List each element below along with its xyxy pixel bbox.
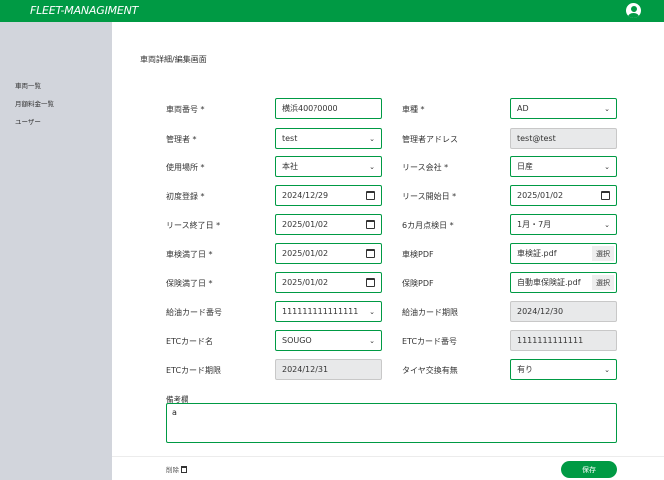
lease-company-value: 日産 [517,162,533,171]
shaken-pdf-file-input[interactable]: 車検証.pdf 選択 [510,243,617,264]
etc-card-expiry-field: 2024/12/31 [275,359,382,380]
vehicle-type-select[interactable]: AD ⌄ [510,98,617,119]
vehicle-type-value: AD [517,104,529,113]
manager-value: test [282,134,298,143]
sidebar-item-users[interactable]: ユーザー [15,116,41,126]
chevron-down-icon: ⌄ [604,220,610,229]
calendar-icon[interactable] [366,220,375,229]
calendar-icon[interactable] [366,191,375,200]
calendar-icon[interactable] [366,249,375,258]
shaken-expiry-label: 車検満了日 * [166,250,213,259]
first-registration-date[interactable]: 2024/12/29 [275,185,382,206]
delete-label: 削除 [166,466,179,474]
app-title: FLEET-MANAGIMENT [30,4,139,17]
lease-start-label: リース開始日 * [402,192,457,201]
save-button[interactable]: 保存 [561,461,617,478]
shaken-expiry-date[interactable]: 2025/01/02 [275,243,382,264]
sidebar-item-vehicles[interactable]: 車両一覧 [15,80,41,90]
manager-label: 管理者 * [166,135,197,144]
chevron-down-icon: ⌄ [369,336,375,345]
chevron-down-icon: ⌄ [604,104,610,113]
lease-end-value: 2025/01/02 [282,220,329,229]
calendar-icon[interactable] [366,278,375,287]
page-title: 車両詳細/編集画面 [140,55,207,64]
first-registration-value: 2024/12/29 [282,191,329,200]
manager-address-value: test@test [517,134,556,143]
vehicle-type-label: 車種 * [402,105,425,114]
chevron-down-icon: ⌄ [604,162,610,171]
shaken-expiry-value: 2025/01/02 [282,249,329,258]
inspection-6m-select[interactable]: 1月・7月 ⌄ [510,214,617,235]
insurance-pdf-label: 保険PDF [402,279,434,288]
chevron-down-icon: ⌄ [369,162,375,171]
fuel-card-expiry-label: 給油カード期限 [402,308,458,317]
vehicle-number-value: 横浜400ｱ0000 [282,104,338,113]
sidebar: 車両一覧 月額料金一覧 ユーザー [0,22,112,480]
chevron-down-icon: ⌄ [604,365,610,374]
lease-company-select[interactable]: 日産 ⌄ [510,156,617,177]
insurance-pdf-select-button[interactable]: 選択 [592,275,614,290]
lease-end-label: リース終了日 * [166,221,221,230]
user-account-icon[interactable] [626,3,641,18]
manager-select[interactable]: test ⌄ [275,128,382,149]
fuel-card-expiry-value: 2024/12/30 [517,307,564,316]
etc-card-number-value: 1111111111111 [517,336,584,345]
vehicle-number-input[interactable]: 横浜400ｱ0000 [275,98,382,119]
memo-textarea[interactable]: a [166,403,617,443]
tire-change-label: タイヤ交換有無 [402,366,458,375]
first-registration-label: 初度登録 * [166,192,205,201]
inspection-6m-label: 6カ月点検日 * [402,221,454,230]
tire-change-value: 有り [517,365,533,374]
insurance-pdf-file-input[interactable]: 自動車保険証.pdf 選択 [510,272,617,293]
etc-card-expiry-value: 2024/12/31 [282,365,329,374]
fuel-card-number-label: 給油カード番号 [166,308,222,317]
inspection-6m-value: 1月・7月 [517,220,552,229]
top-app-bar: FLEET-MANAGIMENT [0,0,664,22]
etc-card-expiry-label: ETCカード期限 [166,366,222,375]
etc-card-name-select[interactable]: SOUGO ⌄ [275,330,382,351]
etc-card-name-label: ETCカード名 [166,337,214,346]
location-select[interactable]: 本社 ⌄ [275,156,382,177]
insurance-expiry-value: 2025/01/02 [282,278,329,287]
trash-icon [181,465,187,473]
etc-card-number-field: 1111111111111 [510,330,617,351]
chevron-down-icon: ⌄ [369,134,375,143]
etc-card-number-label: ETCカード番号 [402,337,458,346]
footer-divider [112,456,664,457]
fuel-card-number-select[interactable]: 111111111111111 ⌄ [275,301,382,322]
location-value: 本社 [282,162,298,171]
insurance-expiry-label: 保険満了日 * [166,279,213,288]
tire-change-select[interactable]: 有り ⌄ [510,359,617,380]
delete-button[interactable]: 削除 [166,464,187,474]
location-label: 使用場所 * [166,163,205,172]
shaken-pdf-label: 車検PDF [402,250,434,259]
main-content: 車両詳細/編集画面 車両番号 * 横浜400ｱ0000 車種 * AD ⌄ 管理… [112,22,664,480]
etc-card-name-value: SOUGO [282,336,312,345]
manager-address-label: 管理者アドレス [402,135,458,144]
fuel-card-expiry-field: 2024/12/30 [510,301,617,322]
sidebar-item-monthly-fees[interactable]: 月額料金一覧 [15,98,54,108]
insurance-expiry-date[interactable]: 2025/01/02 [275,272,382,293]
fuel-card-number-value: 111111111111111 [282,307,359,316]
vehicle-number-label: 車両番号 * [166,105,205,114]
manager-address-field: test@test [510,128,617,149]
lease-company-label: リース会社 * [402,163,449,172]
shaken-pdf-select-button[interactable]: 選択 [592,246,614,261]
lease-end-date[interactable]: 2025/01/02 [275,214,382,235]
calendar-icon[interactable] [601,191,610,200]
lease-start-date[interactable]: 2025/01/02 [510,185,617,206]
lease-start-value: 2025/01/02 [517,191,564,200]
chevron-down-icon: ⌄ [369,307,375,316]
